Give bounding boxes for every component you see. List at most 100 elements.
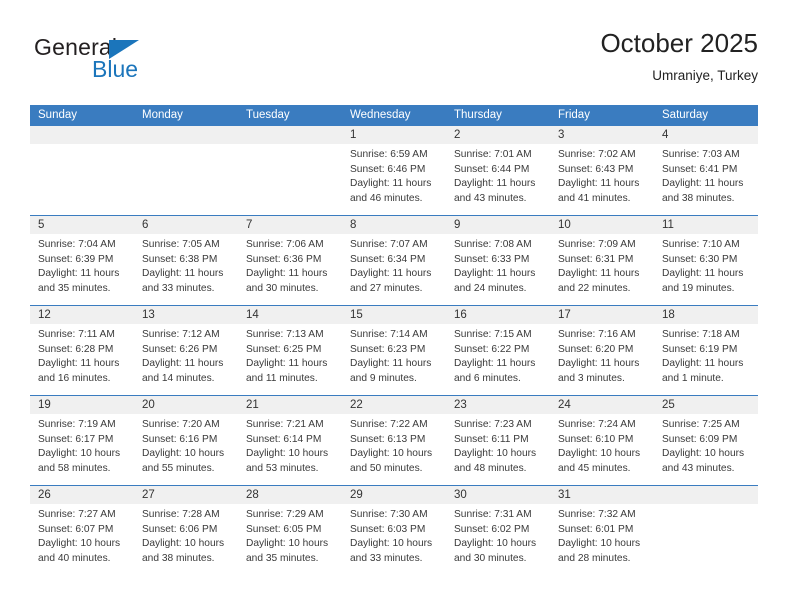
calendar-day-cell[interactable]: 9 Sunrise: 7:08 AM Sunset: 6:33 PM Daylight… — [446, 216, 550, 305]
daylight-text-line2: and 24 minutes. — [454, 282, 527, 294]
calendar-week-row: 1 Sunrise: 6:59 AM Sunset: 6:46 PM Daylight… — [30, 126, 758, 215]
calendar-day-cell-empty — [654, 486, 758, 575]
day-details: Sunrise: 7:32 AM Sunset: 6:01 PM Daylight:… — [550, 504, 654, 566]
sunset-text: Sunset: 6:28 PM — [38, 343, 114, 355]
daylight-text-line1: Daylight: 10 hours — [454, 448, 537, 460]
sunset-text: Sunset: 6:23 PM — [350, 343, 426, 355]
day-number: 13 — [134, 306, 238, 324]
day-number — [654, 486, 758, 504]
day-number: 1 — [342, 126, 446, 144]
day-number: 25 — [654, 396, 758, 414]
day-details: Sunrise: 7:28 AM Sunset: 6:06 PM Daylight:… — [134, 504, 238, 566]
day-number: 2 — [446, 126, 550, 144]
calendar-day-cell[interactable]: 24 Sunrise: 7:24 AM Sunset: 6:10 PM Dayligh… — [550, 396, 654, 485]
sunset-text: Sunset: 6:13 PM — [350, 433, 426, 445]
day-number: 6 — [134, 216, 238, 234]
sunrise-text: Sunrise: 7:16 AM — [558, 329, 636, 340]
calendar-day-cell[interactable]: 31 Sunrise: 7:32 AM Sunset: 6:01 PM Dayligh… — [550, 486, 654, 575]
calendar-day-cell[interactable]: 28 Sunrise: 7:29 AM Sunset: 6:05 PM Dayligh… — [238, 486, 342, 575]
daylight-text-line1: Daylight: 10 hours — [38, 538, 121, 550]
sunset-text: Sunset: 6:19 PM — [662, 343, 738, 355]
calendar-day-cell[interactable]: 25 Sunrise: 7:25 AM Sunset: 6:09 PM Dayligh… — [654, 396, 758, 485]
calendar-day-cell[interactable]: 27 Sunrise: 7:28 AM Sunset: 6:06 PM Dayligh… — [134, 486, 238, 575]
calendar-day-cell[interactable]: 21 Sunrise: 7:21 AM Sunset: 6:14 PM Dayligh… — [238, 396, 342, 485]
day-details: Sunrise: 7:21 AM Sunset: 6:14 PM Daylight:… — [238, 414, 342, 476]
sunset-text: Sunset: 6:33 PM — [454, 253, 530, 265]
daylight-text-line2: and 43 minutes. — [662, 462, 735, 474]
calendar-day-cell[interactable]: 4 Sunrise: 7:03 AM Sunset: 6:41 PM Daylight… — [654, 126, 758, 215]
day-details: Sunrise: 7:12 AM Sunset: 6:26 PM Daylight:… — [134, 324, 238, 386]
daylight-text-line2: and 1 minute. — [662, 372, 724, 384]
calendar-day-cell[interactable]: 15 Sunrise: 7:14 AM Sunset: 6:23 PM Dayligh… — [342, 306, 446, 395]
calendar-day-cell[interactable]: 1 Sunrise: 6:59 AM Sunset: 6:46 PM Daylight… — [342, 126, 446, 215]
daylight-text-line1: Daylight: 11 hours — [350, 178, 432, 190]
sunrise-text: Sunrise: 7:14 AM — [350, 329, 428, 340]
daylight-text-line2: and 6 minutes. — [454, 372, 521, 384]
sunrise-text: Sunrise: 7:09 AM — [558, 239, 636, 250]
daylight-text-line2: and 38 minutes. — [142, 552, 215, 564]
daylight-text-line1: Daylight: 11 hours — [662, 358, 744, 370]
daylight-text-line2: and 35 minutes. — [38, 282, 111, 294]
weekday-header-wednesday: Wednesday — [350, 109, 411, 121]
generalblue-logo[interactable]: General Blue — [34, 34, 234, 92]
daylight-text-line2: and 38 minutes. — [662, 192, 735, 204]
daylight-text-line1: Daylight: 10 hours — [558, 448, 641, 460]
sunset-text: Sunset: 6:10 PM — [558, 433, 634, 445]
daylight-text-line2: and 14 minutes. — [142, 372, 215, 384]
daylight-text-line2: and 30 minutes. — [246, 282, 319, 294]
daylight-text-line2: and 16 minutes. — [38, 372, 111, 384]
calendar-day-cell[interactable]: 23 Sunrise: 7:23 AM Sunset: 6:11 PM Dayligh… — [446, 396, 550, 485]
sunrise-text: Sunrise: 7:03 AM — [662, 149, 740, 160]
day-details: Sunrise: 7:09 AM Sunset: 6:31 PM Daylight:… — [550, 234, 654, 296]
logo-text-blue: Blue — [92, 56, 139, 82]
daylight-text-line1: Daylight: 11 hours — [662, 178, 744, 190]
sunset-text: Sunset: 6:06 PM — [142, 523, 218, 535]
daylight-text-line1: Daylight: 10 hours — [454, 538, 537, 550]
sunrise-text: Sunrise: 7:29 AM — [246, 509, 324, 520]
sunset-text: Sunset: 6:46 PM — [350, 163, 426, 175]
sunset-text: Sunset: 6:26 PM — [142, 343, 218, 355]
sunrise-text: Sunrise: 7:11 AM — [38, 329, 115, 340]
daylight-text-line1: Daylight: 11 hours — [558, 268, 640, 280]
calendar-day-cell[interactable]: 10 Sunrise: 7:09 AM Sunset: 6:31 PM Dayligh… — [550, 216, 654, 305]
day-number: 4 — [654, 126, 758, 144]
day-number: 31 — [550, 486, 654, 504]
sunset-text: Sunset: 6:41 PM — [662, 163, 738, 175]
calendar-day-cell[interactable]: 8 Sunrise: 7:07 AM Sunset: 6:34 PM Daylight… — [342, 216, 446, 305]
calendar-day-cell[interactable]: 6 Sunrise: 7:05 AM Sunset: 6:38 PM Daylight… — [134, 216, 238, 305]
day-number: 18 — [654, 306, 758, 324]
sunrise-text: Sunrise: 7:23 AM — [454, 419, 532, 430]
calendar-day-cell[interactable]: 30 Sunrise: 7:31 AM Sunset: 6:02 PM Dayligh… — [446, 486, 550, 575]
sunrise-text: Sunrise: 7:22 AM — [350, 419, 428, 430]
calendar-day-cell[interactable]: 20 Sunrise: 7:20 AM Sunset: 6:16 PM Dayligh… — [134, 396, 238, 485]
day-details: Sunrise: 7:04 AM Sunset: 6:39 PM Daylight:… — [30, 234, 134, 296]
calendar-day-cell[interactable]: 19 Sunrise: 7:19 AM Sunset: 6:17 PM Dayligh… — [30, 396, 134, 485]
sunset-text: Sunset: 6:25 PM — [246, 343, 322, 355]
calendar-day-cell[interactable]: 7 Sunrise: 7:06 AM Sunset: 6:36 PM Daylight… — [238, 216, 342, 305]
calendar-grid: Sunday Monday Tuesday Wednesday Thursday… — [30, 105, 758, 575]
calendar-day-cell[interactable]: 22 Sunrise: 7:22 AM Sunset: 6:13 PM Dayligh… — [342, 396, 446, 485]
sunrise-text: Sunrise: 7:19 AM — [38, 419, 116, 430]
calendar-day-cell[interactable]: 2 Sunrise: 7:01 AM Sunset: 6:44 PM Daylight… — [446, 126, 550, 215]
calendar-day-cell[interactable]: 13 Sunrise: 7:12 AM Sunset: 6:26 PM Dayligh… — [134, 306, 238, 395]
calendar-day-cell[interactable]: 11 Sunrise: 7:10 AM Sunset: 6:30 PM Dayligh… — [654, 216, 758, 305]
calendar-day-cell[interactable]: 26 Sunrise: 7:27 AM Sunset: 6:07 PM Dayligh… — [30, 486, 134, 575]
weekday-header-thursday: Thursday — [454, 109, 502, 121]
sunset-text: Sunset: 6:38 PM — [142, 253, 218, 265]
calendar-day-cell[interactable]: 18 Sunrise: 7:18 AM Sunset: 6:19 PM Dayligh… — [654, 306, 758, 395]
day-number: 29 — [342, 486, 446, 504]
calendar-day-cell[interactable]: 3 Sunrise: 7:02 AM Sunset: 6:43 PM Daylight… — [550, 126, 654, 215]
calendar-day-cell[interactable]: 12 Sunrise: 7:11 AM Sunset: 6:28 PM Dayligh… — [30, 306, 134, 395]
calendar-day-cell[interactable]: 5 Sunrise: 7:04 AM Sunset: 6:39 PM Daylight… — [30, 216, 134, 305]
day-details: Sunrise: 7:18 AM Sunset: 6:19 PM Daylight:… — [654, 324, 758, 386]
day-number: 15 — [342, 306, 446, 324]
calendar-day-cell[interactable]: 17 Sunrise: 7:16 AM Sunset: 6:20 PM Dayligh… — [550, 306, 654, 395]
calendar-day-cell[interactable]: 29 Sunrise: 7:30 AM Sunset: 6:03 PM Dayligh… — [342, 486, 446, 575]
sunset-text: Sunset: 6:02 PM — [454, 523, 530, 535]
sunrise-text: Sunrise: 7:32 AM — [558, 509, 636, 520]
calendar-day-cell[interactable]: 16 Sunrise: 7:15 AM Sunset: 6:22 PM Dayligh… — [446, 306, 550, 395]
day-details: Sunrise: 7:03 AM Sunset: 6:41 PM Daylight:… — [654, 144, 758, 206]
calendar-day-cell[interactable]: 14 Sunrise: 7:13 AM Sunset: 6:25 PM Dayligh… — [238, 306, 342, 395]
day-number: 27 — [134, 486, 238, 504]
sunset-text: Sunset: 6:34 PM — [350, 253, 426, 265]
